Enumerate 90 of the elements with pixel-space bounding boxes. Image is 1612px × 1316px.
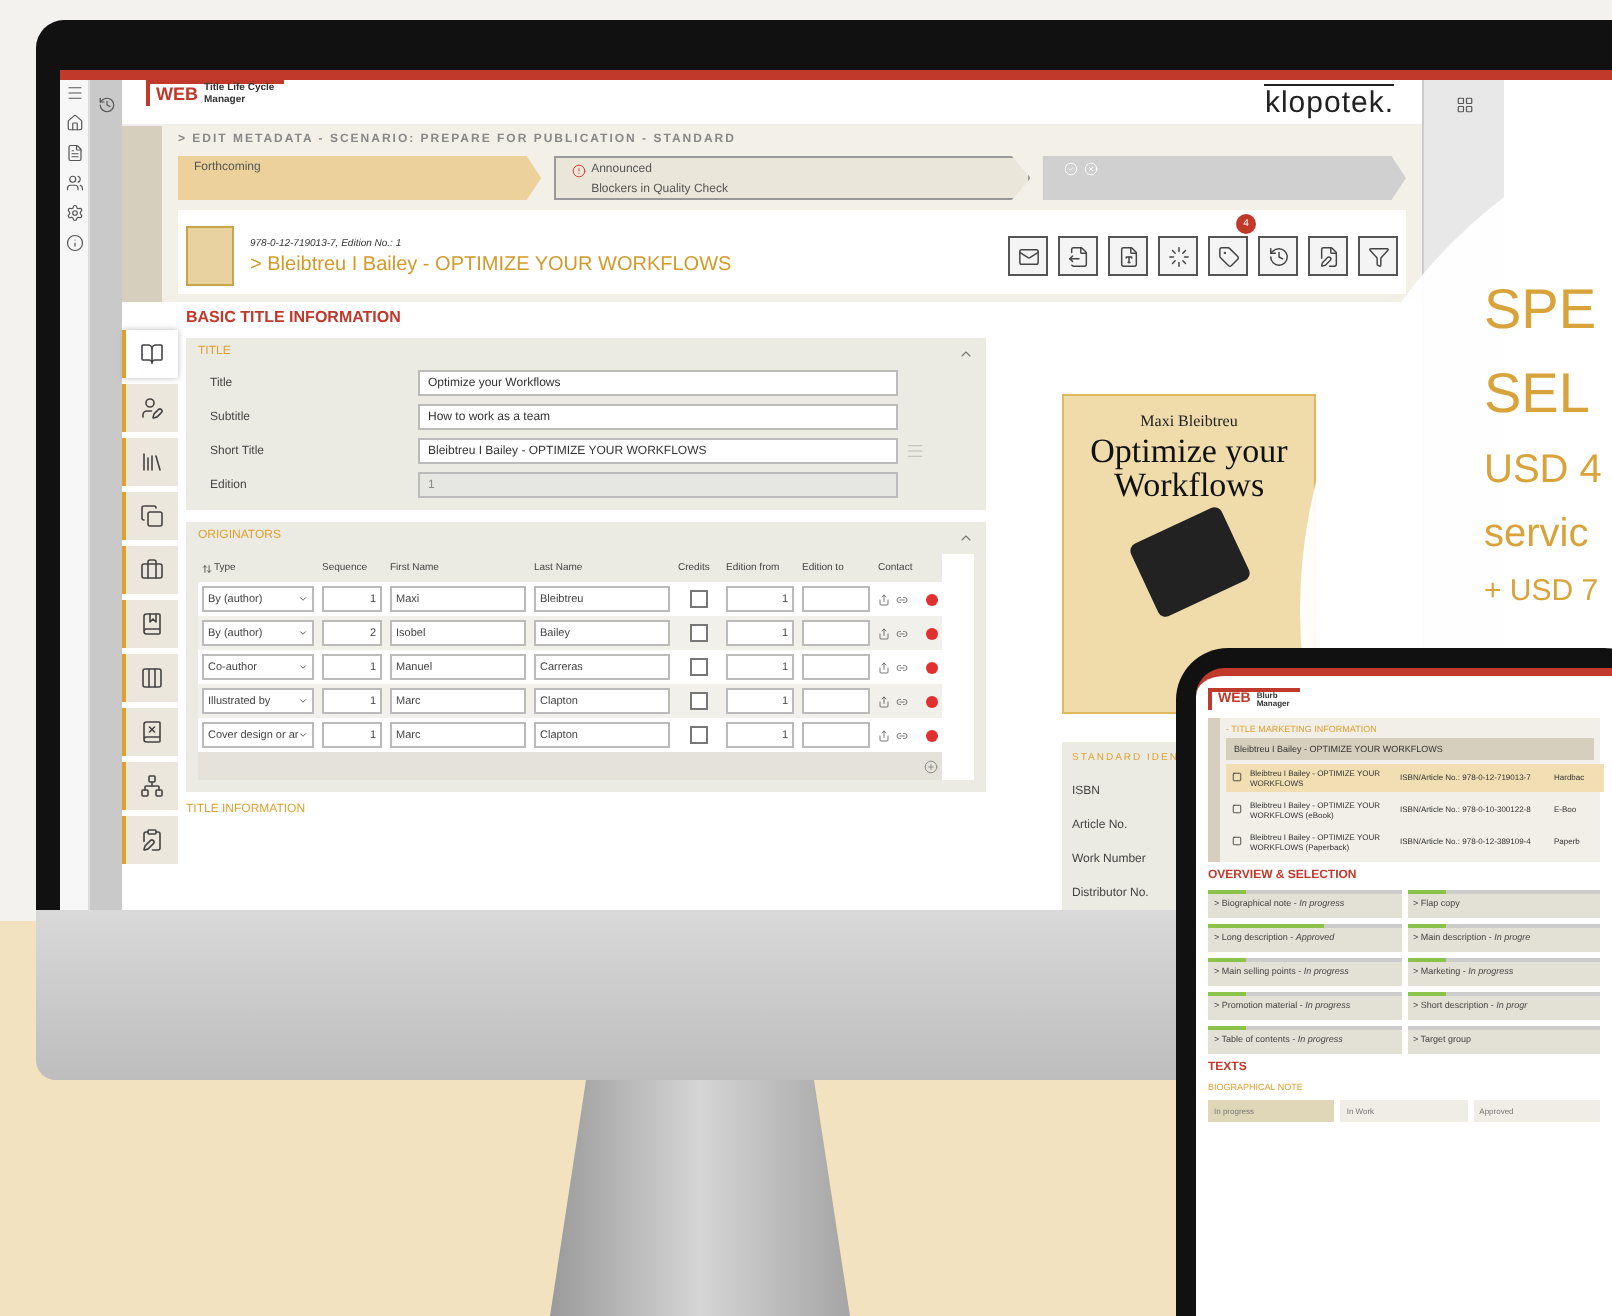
books-icon (140, 450, 164, 474)
remove-button[interactable] (926, 593, 938, 605)
input-field[interactable] (802, 586, 870, 612)
toolbar-button[interactable] (1208, 236, 1248, 276)
promo-text: USD 4 (1484, 445, 1602, 496)
toolbar-button[interactable] (1308, 236, 1348, 276)
book-cross-icon (140, 720, 164, 744)
brand-logo: klopotek. (1264, 84, 1394, 120)
grid-icon[interactable] (1455, 96, 1473, 114)
briefcase-icon (140, 558, 164, 582)
side-tab[interactable] (122, 384, 178, 432)
side-tab[interactable] (122, 330, 178, 378)
sort-icon[interactable] (202, 563, 212, 573)
link-icon[interactable] (896, 593, 908, 605)
check-icon (1064, 162, 1079, 176)
promo-text: + USD 7 (1484, 571, 1599, 611)
input-field[interactable] (802, 688, 870, 714)
mail-icon (1017, 245, 1039, 267)
side-tab[interactable] (122, 546, 178, 594)
side-tab[interactable] (122, 438, 178, 486)
remove-button[interactable] (926, 695, 938, 707)
share-icon[interactable] (878, 661, 890, 673)
title-heading: > Bleibtreu I Bailey - OPTIMIZE YOUR WORKFLOWS (250, 253, 734, 275)
toolbar-button[interactable] (1108, 236, 1148, 276)
promo-text: SEL (1484, 360, 1590, 429)
tag-icon (1217, 245, 1239, 267)
share-icon[interactable] (878, 593, 890, 605)
filter-icon (1367, 245, 1389, 267)
loader-icon (1167, 245, 1189, 267)
link-icon[interactable] (896, 627, 908, 639)
document-icon (1117, 245, 1139, 267)
toolbar-button[interactable] (1158, 236, 1198, 276)
book-icon (1232, 772, 1242, 783)
toolbar-button[interactable] (1358, 236, 1398, 276)
file-export-icon (1067, 245, 1089, 267)
side-tab[interactable] (122, 816, 178, 864)
book-icon (1232, 804, 1242, 815)
share-icon[interactable] (878, 695, 890, 707)
checkbox[interactable] (689, 692, 707, 710)
promo-text: SPE (1484, 276, 1597, 344)
checkbox[interactable] (689, 590, 707, 608)
clipboard-pen-icon (140, 828, 164, 852)
checkbox[interactable] (689, 726, 707, 744)
side-tab[interactable] (122, 654, 178, 702)
cover-title: Optimize your Workflows (1088, 434, 1290, 502)
alert-icon (571, 164, 586, 178)
section-title: BASIC TITLE INFORMATION (186, 306, 403, 326)
toolbar-button[interactable] (1258, 236, 1298, 276)
remove-button[interactable] (926, 661, 938, 673)
collapse-icon[interactable] (958, 530, 974, 546)
share-icon[interactable] (878, 729, 890, 741)
input-field[interactable] (802, 654, 870, 680)
add-icon[interactable] (924, 759, 938, 773)
network-icon (140, 774, 164, 798)
side-tab[interactable] (122, 762, 178, 810)
remove-button[interactable] (926, 627, 938, 639)
columns-icon (140, 666, 164, 690)
checkbox[interactable] (689, 624, 707, 642)
menu-icon[interactable] (65, 84, 83, 102)
side-tab[interactable] (122, 492, 178, 540)
collapse-icon[interactable] (958, 346, 974, 362)
toolbar-button[interactable] (1058, 236, 1098, 276)
copy-icon (140, 504, 164, 528)
toolbar-button[interactable] (1008, 236, 1048, 276)
share-icon[interactable] (878, 627, 890, 639)
cover-author: Maxi Bleibtreu (1140, 412, 1238, 430)
info-icon[interactable] (65, 234, 83, 252)
input-field[interactable] (802, 620, 870, 646)
link-icon[interactable] (896, 729, 908, 741)
link-icon[interactable] (896, 695, 908, 707)
close-icon (1084, 162, 1099, 176)
input-field[interactable] (802, 722, 870, 748)
home-icon[interactable] (65, 114, 83, 132)
file-pen-icon (1317, 245, 1339, 267)
side-tab[interactable] (122, 708, 178, 756)
person-pen-icon (140, 396, 164, 420)
book-icon (140, 342, 164, 366)
settings-icon[interactable] (65, 204, 83, 222)
cover-thumbnail (186, 226, 234, 286)
promo-text: servic (1484, 509, 1589, 560)
history-icon[interactable] (97, 96, 115, 114)
users-icon[interactable] (65, 174, 83, 192)
remove-button[interactable] (926, 729, 938, 741)
checkbox[interactable] (689, 658, 707, 676)
document-icon[interactable] (65, 144, 83, 162)
bookmark-icon (140, 612, 164, 636)
history-icon (1267, 245, 1289, 267)
side-tab[interactable] (122, 600, 178, 648)
book-icon (1232, 836, 1242, 847)
link-icon[interactable] (896, 661, 908, 673)
